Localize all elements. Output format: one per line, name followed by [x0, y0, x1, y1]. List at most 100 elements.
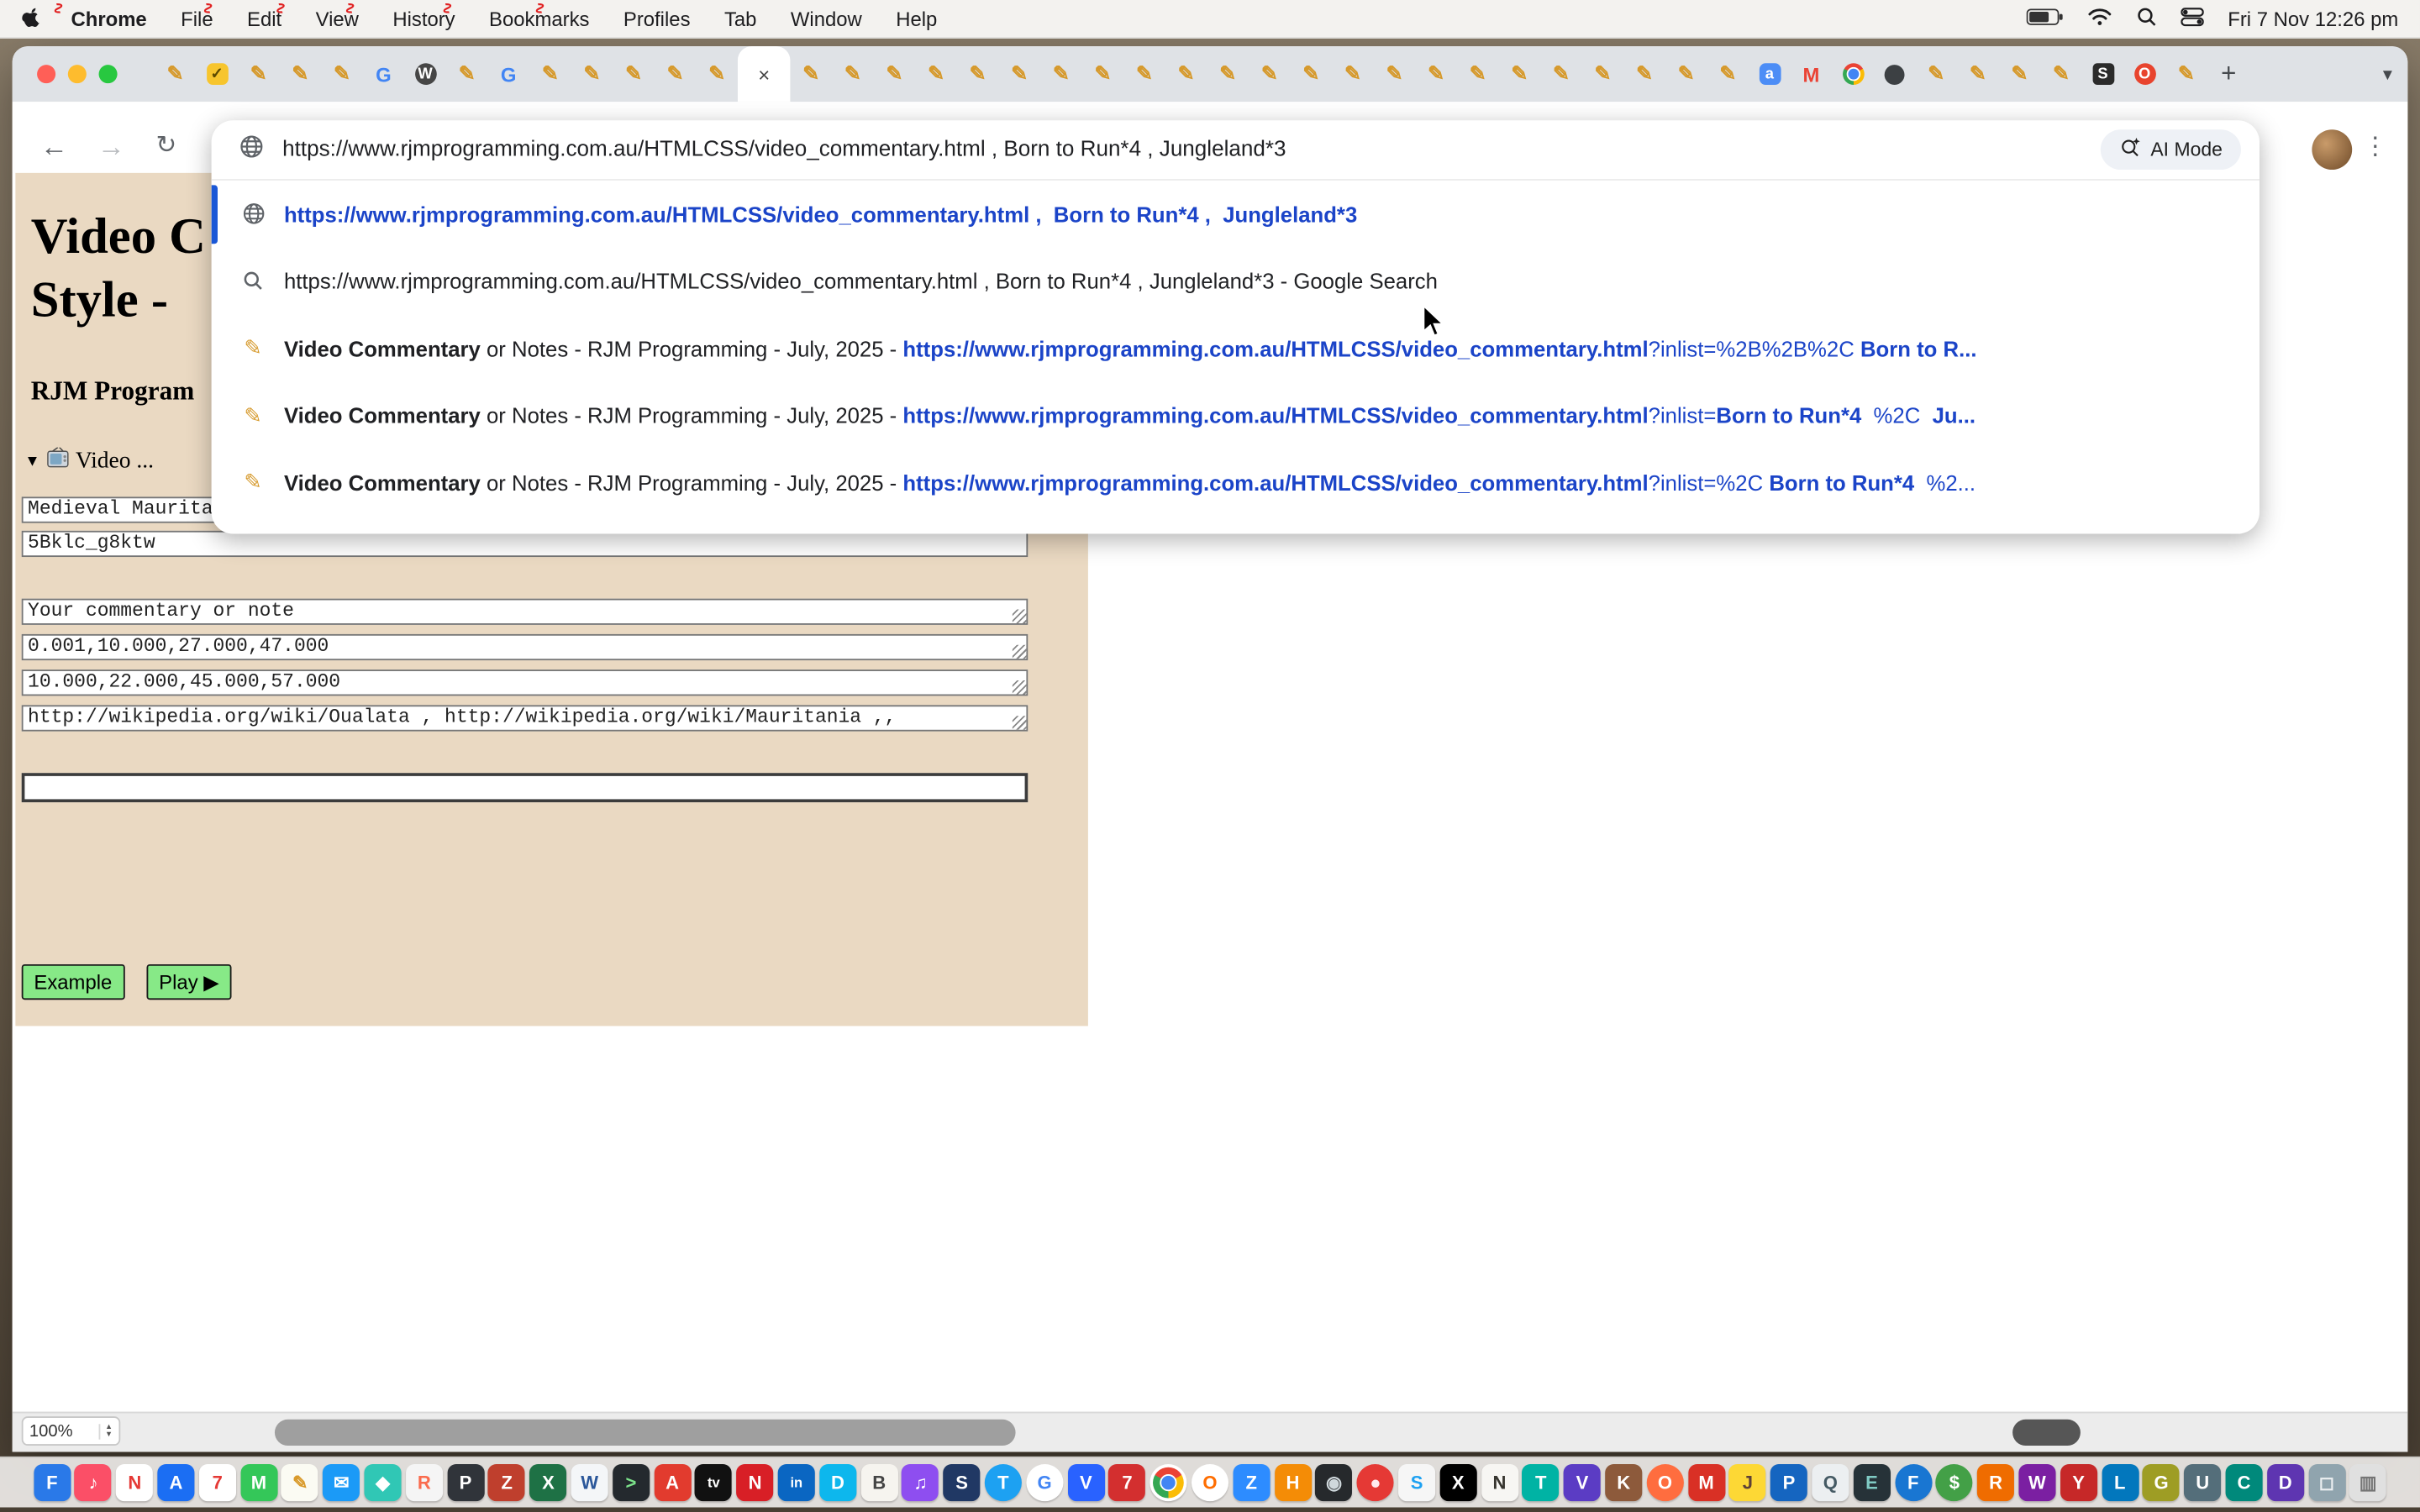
- menu-item-view[interactable]: View: [316, 7, 359, 30]
- dock-app-icon[interactable]: P: [447, 1464, 484, 1501]
- browser-tab[interactable]: [1874, 46, 1916, 102]
- end-times-field[interactable]: 10.000,22.000,45.000,57.000: [22, 669, 1028, 696]
- dock-app-icon[interactable]: S: [1398, 1464, 1435, 1501]
- dock-app-icon[interactable]: G: [2143, 1464, 2180, 1501]
- browser-tab[interactable]: ✎: [1123, 46, 1165, 102]
- dock-app-icon[interactable]: H: [1274, 1464, 1311, 1501]
- menu-item-help[interactable]: Help: [896, 7, 937, 30]
- browser-tab[interactable]: ✎: [1374, 46, 1416, 102]
- dock-app-icon[interactable]: N: [116, 1464, 153, 1501]
- browser-tab[interactable]: S: [2082, 46, 2124, 102]
- menu-item-tab[interactable]: Tab: [724, 7, 757, 30]
- dock-app-icon[interactable]: F: [34, 1464, 71, 1501]
- menu-bar-clock[interactable]: Fri 7 Nov 12:26 pm: [2228, 7, 2398, 30]
- browser-tab[interactable]: ✎: [832, 46, 874, 102]
- dock-app-icon[interactable]: E: [1853, 1464, 1890, 1501]
- zoom-stepper-down-icon[interactable]: ▼: [105, 1431, 113, 1439]
- battery-icon[interactable]: [2027, 7, 2064, 30]
- dock-app-icon[interactable]: ♪: [75, 1464, 112, 1501]
- start-times-field[interactable]: 0.001,10.000,27.000,47.000: [22, 634, 1028, 660]
- dock-app-icon[interactable]: ♫: [902, 1464, 939, 1501]
- browser-tab[interactable]: ✎: [155, 46, 197, 102]
- dock-app-icon[interactable]: N: [1481, 1464, 1518, 1501]
- minimize-window-button[interactable]: [68, 65, 87, 83]
- browser-tab[interactable]: ✎: [696, 46, 738, 102]
- example-button[interactable]: Example: [22, 964, 124, 1000]
- control-center-icon[interactable]: [2181, 7, 2205, 30]
- browser-menu-kebab-icon[interactable]: ⋮: [2363, 131, 2387, 162]
- browser-tab[interactable]: ✎: [1207, 46, 1249, 102]
- play-button[interactable]: Play ▶: [146, 964, 231, 1000]
- dock-app-icon[interactable]: V: [1564, 1464, 1601, 1501]
- dock-app-icon[interactable]: F: [1895, 1464, 1932, 1501]
- dock-app-icon[interactable]: M: [1688, 1464, 1725, 1501]
- dock-app-icon[interactable]: 7: [1109, 1464, 1146, 1501]
- browser-tab[interactable]: ✎: [655, 46, 697, 102]
- dock-app-icon[interactable]: X: [1439, 1464, 1476, 1501]
- profile-avatar[interactable]: [2312, 129, 2352, 170]
- browser-tab[interactable]: ✎: [446, 46, 488, 102]
- omnibox-suggestion[interactable]: ✎Video Commentary or Notes - RJM Program…: [212, 382, 2260, 449]
- dock-app-icon[interactable]: ✉: [323, 1464, 360, 1501]
- forward-button[interactable]: →: [97, 131, 125, 162]
- dock-app-icon[interactable]: T: [985, 1464, 1022, 1501]
- dock-app-icon[interactable]: D: [819, 1464, 856, 1501]
- dock-app-icon[interactable]: Z: [488, 1464, 525, 1501]
- channel-url-input[interactable]: https://www.youtube.com/@biodeserts: [22, 773, 1028, 802]
- browser-tab[interactable]: ✎: [1540, 46, 1582, 102]
- ai-mode-button[interactable]: AI Mode: [2102, 129, 2241, 170]
- browser-tab[interactable]: ✎: [915, 46, 957, 102]
- browser-tab[interactable]: ✎: [571, 46, 613, 102]
- dock-app-icon[interactable]: 7: [199, 1464, 236, 1501]
- dock-app-icon[interactable]: V: [1067, 1464, 1104, 1501]
- dock-app-icon[interactable]: B: [860, 1464, 897, 1501]
- menu-item-history[interactable]: History: [392, 7, 455, 30]
- menu-item-edit[interactable]: Edit: [247, 7, 281, 30]
- resize-handle-icon[interactable]: [1013, 645, 1027, 659]
- menu-item-window[interactable]: Window: [791, 7, 862, 30]
- browser-tab[interactable]: ✎: [1249, 46, 1291, 102]
- browser-tab[interactable]: W: [404, 46, 446, 102]
- browser-tab[interactable]: ✎: [279, 46, 321, 102]
- close-window-button[interactable]: [37, 65, 55, 83]
- browser-tab[interactable]: M: [1791, 46, 1833, 102]
- dock-app-icon[interactable]: A: [654, 1464, 691, 1501]
- dock-app-icon[interactable]: O: [1192, 1464, 1228, 1501]
- dock-app-icon[interactable]: Y: [2060, 1464, 2097, 1501]
- browser-tab[interactable]: ✎: [2040, 46, 2082, 102]
- browser-tab[interactable]: ✎: [1165, 46, 1207, 102]
- dock-app-icon[interactable]: Q: [1812, 1464, 1849, 1501]
- browser-tab[interactable]: ✎: [321, 46, 363, 102]
- browser-tab[interactable]: ✎: [1332, 46, 1374, 102]
- omnibox-suggestion[interactable]: ✎Video Commentary or Notes - RJM Program…: [212, 315, 2260, 382]
- dock-app-icon[interactable]: P: [1770, 1464, 1807, 1501]
- close-tab-icon[interactable]: ×: [758, 62, 770, 86]
- dock-app-icon[interactable]: ◻: [2308, 1464, 2345, 1501]
- resize-handle-icon[interactable]: [1013, 610, 1027, 624]
- browser-tab[interactable]: ✎: [613, 46, 655, 102]
- active-tab[interactable]: ×: [738, 46, 790, 102]
- video-details-toggle[interactable]: ▼ Video ...: [24, 448, 154, 475]
- browser-tab[interactable]: ✎: [1415, 46, 1457, 102]
- dock-app-icon[interactable]: W: [2018, 1464, 2055, 1501]
- dock-app-icon[interactable]: L: [2102, 1464, 2139, 1501]
- dock-app-icon[interactable]: G: [1026, 1464, 1063, 1501]
- dock-app-icon[interactable]: tv: [695, 1464, 732, 1501]
- dock-app-icon[interactable]: Z: [1233, 1464, 1270, 1501]
- browser-tab[interactable]: ✎: [1707, 46, 1749, 102]
- dock-app-icon[interactable]: in: [778, 1464, 815, 1501]
- dock-app-icon[interactable]: M: [240, 1464, 277, 1501]
- browser-tab[interactable]: ✎: [1999, 46, 2041, 102]
- dock-app-icon[interactable]: C: [2225, 1464, 2262, 1501]
- browser-tab[interactable]: ✎: [1915, 46, 1957, 102]
- browser-tab[interactable]: ✎: [874, 46, 916, 102]
- back-button[interactable]: ←: [40, 131, 68, 162]
- new-tab-button[interactable]: +: [2207, 46, 2250, 102]
- secondary-scrollbar-thumb[interactable]: [2012, 1420, 2081, 1446]
- browser-tab[interactable]: ✎: [1040, 46, 1082, 102]
- dock-app-icon[interactable]: ▥: [2349, 1464, 2386, 1501]
- browser-tab[interactable]: ✎: [1665, 46, 1707, 102]
- dock-app-icon[interactable]: X: [529, 1464, 566, 1501]
- menu-item-bookmarks[interactable]: Bookmarks: [489, 7, 589, 30]
- browser-tab[interactable]: ✎: [529, 46, 571, 102]
